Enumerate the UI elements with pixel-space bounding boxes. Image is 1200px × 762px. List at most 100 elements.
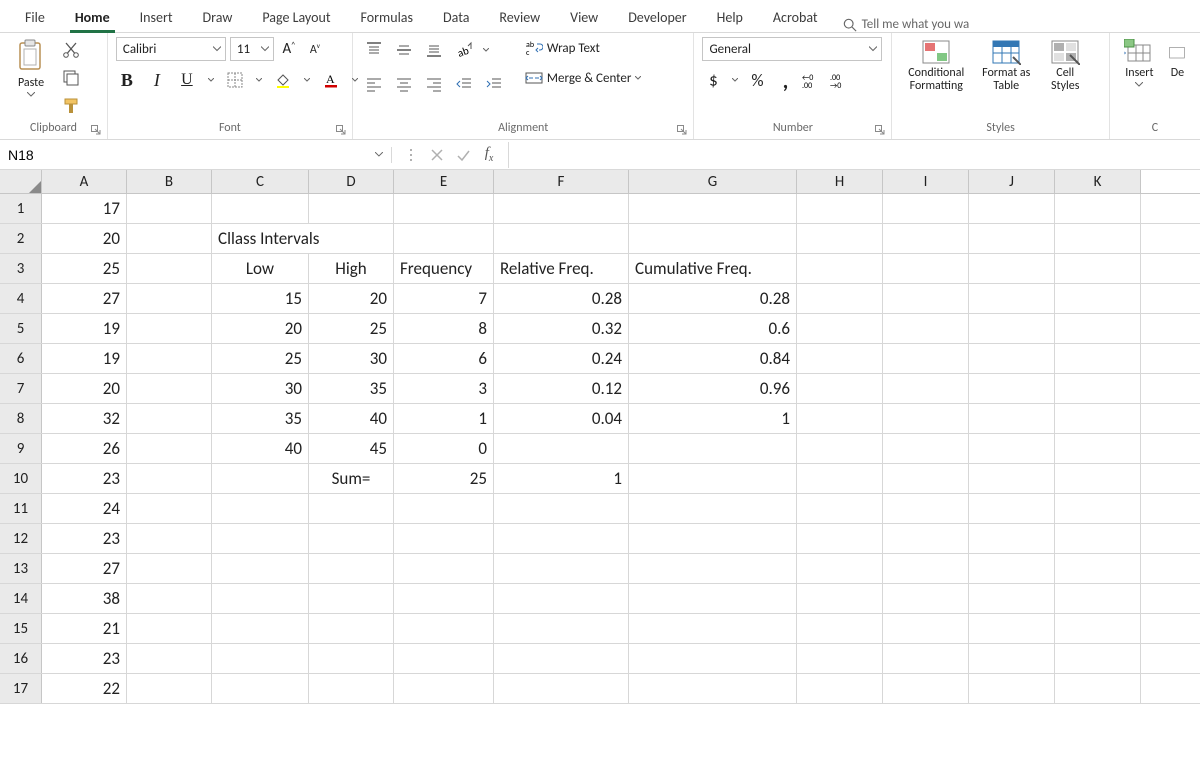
cell-C1[interactable] <box>212 194 309 223</box>
cell-E14[interactable] <box>394 584 494 613</box>
italic-button[interactable]: I <box>146 69 168 91</box>
cell-H1[interactable] <box>797 194 883 223</box>
cell-D4[interactable]: 20 <box>309 284 394 313</box>
fill-color-button[interactable] <box>272 69 294 91</box>
font-dialog-icon[interactable] <box>336 125 346 135</box>
name-box-input[interactable] <box>8 147 375 163</box>
cell-K15[interactable] <box>1055 614 1141 643</box>
cell-H13[interactable] <box>797 554 883 583</box>
cell-K17[interactable] <box>1055 674 1141 703</box>
cell-B12[interactable] <box>127 524 212 553</box>
cell-C13[interactable] <box>212 554 309 583</box>
cell-C8[interactable]: 35 <box>212 404 309 433</box>
increase-font-button[interactable]: A^ <box>278 38 300 60</box>
cell-C10[interactable] <box>212 464 309 493</box>
cell-B6[interactable] <box>127 344 212 373</box>
column-header-F[interactable]: F <box>494 170 629 193</box>
format-painter-button[interactable] <box>58 93 84 119</box>
cell-J2[interactable] <box>969 224 1055 253</box>
cell-E16[interactable] <box>394 644 494 673</box>
column-header-E[interactable]: E <box>394 170 494 193</box>
row-header-11[interactable]: 11 <box>0 494 42 523</box>
cell-F15[interactable] <box>494 614 629 643</box>
cell-B14[interactable] <box>127 584 212 613</box>
column-header-J[interactable]: J <box>969 170 1055 193</box>
tab-file[interactable]: File <box>10 2 60 32</box>
cell-E2[interactable] <box>394 224 494 253</box>
cell-B4[interactable] <box>127 284 212 313</box>
cell-B8[interactable] <box>127 404 212 433</box>
cell-A15[interactable]: 21 <box>42 614 127 643</box>
align-middle-button[interactable] <box>391 37 417 63</box>
cell-H2[interactable] <box>797 224 883 253</box>
cell-D9[interactable]: 45 <box>309 434 394 463</box>
cell-A7[interactable]: 20 <box>42 374 127 403</box>
cell-H9[interactable] <box>797 434 883 463</box>
column-header-B[interactable]: B <box>127 170 212 193</box>
more-button[interactable] <box>398 142 424 168</box>
cell-C6[interactable]: 25 <box>212 344 309 373</box>
cell-C14[interactable] <box>212 584 309 613</box>
row-header-1[interactable]: 1 <box>0 194 42 223</box>
cell-G17[interactable] <box>629 674 797 703</box>
tab-page-layout[interactable]: Page Layout <box>247 2 345 32</box>
select-all-corner[interactable] <box>0 170 42 193</box>
cell-J17[interactable] <box>969 674 1055 703</box>
cell-A9[interactable]: 26 <box>42 434 127 463</box>
cell-C15[interactable] <box>212 614 309 643</box>
cell-A14[interactable]: 38 <box>42 584 127 613</box>
cell-H7[interactable] <box>797 374 883 403</box>
row-header-8[interactable]: 8 <box>0 404 42 433</box>
row-header-7[interactable]: 7 <box>0 374 42 403</box>
cell-C3[interactable]: Low <box>212 254 309 283</box>
cell-C7[interactable]: 30 <box>212 374 309 403</box>
font-size-select[interactable]: 11 <box>230 37 274 61</box>
cell-J3[interactable] <box>969 254 1055 283</box>
cell-H14[interactable] <box>797 584 883 613</box>
align-top-button[interactable] <box>361 37 387 63</box>
cell-I16[interactable] <box>883 644 969 673</box>
borders-button[interactable] <box>224 69 246 91</box>
cell-I6[interactable] <box>883 344 969 373</box>
column-header-C[interactable]: C <box>212 170 309 193</box>
cell-B7[interactable] <box>127 374 212 403</box>
cell-H16[interactable] <box>797 644 883 673</box>
cell-A13[interactable]: 27 <box>42 554 127 583</box>
tab-home[interactable]: Home <box>60 2 125 32</box>
cell-D5[interactable]: 25 <box>309 314 394 343</box>
cell-E13[interactable] <box>394 554 494 583</box>
copy-button[interactable] <box>58 65 84 91</box>
cell-E3[interactable]: Frequency <box>394 254 494 283</box>
cell-H11[interactable] <box>797 494 883 523</box>
row-header-14[interactable]: 14 <box>0 584 42 613</box>
cell-B16[interactable] <box>127 644 212 673</box>
cell-I17[interactable] <box>883 674 969 703</box>
cell-E8[interactable]: 1 <box>394 404 494 433</box>
cell-A11[interactable]: 24 <box>42 494 127 523</box>
cell-D1[interactable] <box>309 194 394 223</box>
cell-D14[interactable] <box>309 584 394 613</box>
cell-I7[interactable] <box>883 374 969 403</box>
column-header-H[interactable]: H <box>797 170 883 193</box>
cell-I12[interactable] <box>883 524 969 553</box>
cell-K2[interactable] <box>1055 224 1141 253</box>
cell-A8[interactable]: 32 <box>42 404 127 433</box>
cell-F11[interactable] <box>494 494 629 523</box>
cell-I10[interactable] <box>883 464 969 493</box>
cell-J1[interactable] <box>969 194 1055 223</box>
bold-button[interactable]: B <box>116 69 138 91</box>
tab-view[interactable]: View <box>555 2 613 32</box>
cell-B5[interactable] <box>127 314 212 343</box>
cell-A4[interactable]: 27 <box>42 284 127 313</box>
cell-K12[interactable] <box>1055 524 1141 553</box>
cell-D17[interactable] <box>309 674 394 703</box>
cell-A6[interactable]: 19 <box>42 344 127 373</box>
cell-B1[interactable] <box>127 194 212 223</box>
cell-J7[interactable] <box>969 374 1055 403</box>
cell-K13[interactable] <box>1055 554 1141 583</box>
cell-G10[interactable] <box>629 464 797 493</box>
cell-K3[interactable] <box>1055 254 1141 283</box>
clipboard-dialog-icon[interactable] <box>91 125 101 135</box>
cell-D13[interactable] <box>309 554 394 583</box>
cell-J6[interactable] <box>969 344 1055 373</box>
